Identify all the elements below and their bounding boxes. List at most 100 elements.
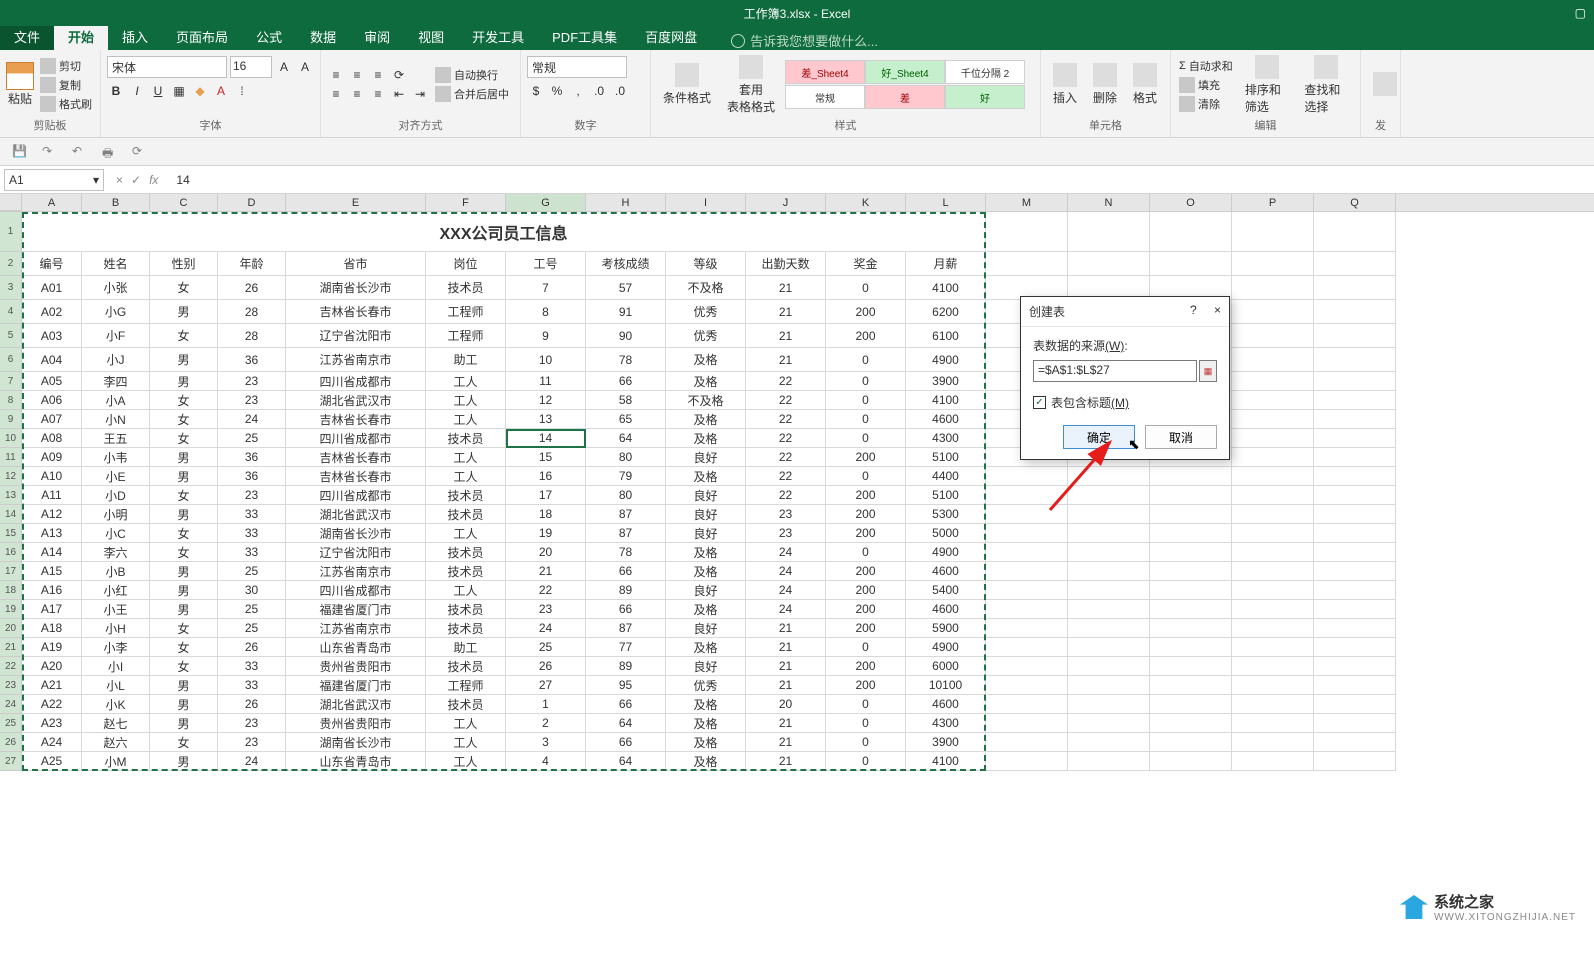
row-header[interactable]: 18 [0,581,22,600]
cell[interactable]: 工程师 [426,676,506,695]
cell[interactable] [1314,714,1396,733]
cell[interactable]: 28 [218,324,286,348]
font-color-button[interactable]: A [212,82,230,100]
cell[interactable]: 小K [82,695,150,714]
cell[interactable] [986,619,1068,638]
cell[interactable]: 0 [826,714,906,733]
cell[interactable]: 工人 [426,410,506,429]
cell[interactable]: 200 [826,657,906,676]
cell[interactable] [1314,429,1396,448]
cell[interactable]: 14 [506,429,586,448]
cell[interactable]: 200 [826,562,906,581]
cell[interactable]: 男 [150,562,218,581]
cell[interactable]: 0 [826,733,906,752]
cell[interactable]: 1 [506,695,586,714]
cell[interactable]: 及格 [666,733,746,752]
cell[interactable] [1150,752,1232,771]
cell[interactable]: 助工 [426,348,506,372]
column-header-J[interactable]: J [746,194,826,211]
cell[interactable] [986,543,1068,562]
cell[interactable]: 5100 [906,448,986,467]
cell[interactable]: 4400 [906,467,986,486]
cell[interactable]: 66 [586,372,666,391]
find-select-button[interactable]: 查找和选择 [1298,53,1354,117]
cell[interactable]: 22 [746,429,826,448]
cell[interactable]: 36 [218,467,286,486]
cell[interactable]: 3900 [906,372,986,391]
cancel-button[interactable]: 取消 [1145,425,1217,449]
cell[interactable] [1232,562,1314,581]
row-header[interactable]: 27 [0,752,22,771]
cell[interactable]: 吉林省长春市 [286,448,426,467]
align-left-button[interactable]: ≡ [327,85,345,103]
style-thousands[interactable]: 千位分隔 2 [945,60,1025,84]
cell[interactable]: 小明 [82,505,150,524]
cell[interactable]: 吉林省长春市 [286,410,426,429]
cell[interactable] [986,714,1068,733]
row-header[interactable]: 14 [0,505,22,524]
cell[interactable]: 及格 [666,695,746,714]
cell[interactable]: 21 [506,562,586,581]
cell[interactable]: 0 [826,276,906,300]
row-header[interactable]: 2 [0,252,22,276]
cell[interactable]: 工人 [426,733,506,752]
column-header-E[interactable]: E [286,194,426,211]
cell[interactable]: 姓名 [82,252,150,276]
cell[interactable] [1314,562,1396,581]
cell[interactable]: A11 [22,486,82,505]
cell[interactable]: 技术员 [426,657,506,676]
cell[interactable]: A16 [22,581,82,600]
cell[interactable] [1232,543,1314,562]
cell[interactable]: 36 [218,448,286,467]
cell[interactable]: 赵六 [82,733,150,752]
name-box[interactable]: A1▾ [4,169,104,191]
cell[interactable]: 4300 [906,429,986,448]
cell[interactable] [986,581,1068,600]
style-normal[interactable]: 常规 [785,85,865,109]
cell[interactable] [1314,252,1396,276]
row-header[interactable]: 11 [0,448,22,467]
cell[interactable]: 女 [150,638,218,657]
cell[interactable] [986,695,1068,714]
cell[interactable]: 87 [586,524,666,543]
cell[interactable]: 80 [586,486,666,505]
cell[interactable] [1232,448,1314,467]
cell[interactable]: 小L [82,676,150,695]
cell[interactable] [1068,600,1150,619]
cell[interactable]: A23 [22,714,82,733]
cell[interactable]: A12 [22,505,82,524]
cell[interactable]: A01 [22,276,82,300]
cell[interactable] [1314,391,1396,410]
row-header[interactable]: 25 [0,714,22,733]
cell[interactable]: A17 [22,600,82,619]
cell[interactable] [1150,212,1232,252]
cell[interactable]: 87 [586,505,666,524]
cell[interactable]: 小H [82,619,150,638]
cell[interactable]: 工人 [426,448,506,467]
select-all-corner[interactable] [0,194,22,211]
spreadsheet-grid[interactable]: ABCDEFGHIJKLMNOPQ 1XXX公司员工信息2编号姓名性别年龄省市岗… [0,194,1594,771]
cell[interactable]: 21 [746,714,826,733]
cell[interactable]: 工人 [426,372,506,391]
cell[interactable]: 及格 [666,752,746,771]
cell[interactable]: 技术员 [426,562,506,581]
cell[interactable]: 17 [506,486,586,505]
cell[interactable]: 24 [506,619,586,638]
cell[interactable]: 辽宁省沈阳市 [286,543,426,562]
tab-file[interactable]: 文件 [0,23,54,50]
has-headers-checkbox[interactable]: ✓ 表包含标题(M) [1033,394,1217,411]
cell[interactable]: 0 [826,372,906,391]
cell[interactable] [1232,676,1314,695]
indent-dec-button[interactable]: ⇤ [390,85,408,103]
align-bottom-button[interactable]: ≡ [369,66,387,84]
cell[interactable] [986,486,1068,505]
cell[interactable]: 33 [218,676,286,695]
decrease-font-button[interactable]: A [296,58,314,76]
cell[interactable]: 0 [826,348,906,372]
cell[interactable]: 26 [506,657,586,676]
cell[interactable]: A03 [22,324,82,348]
cell[interactable] [1232,524,1314,543]
format-cells-button[interactable]: 格式 [1127,61,1163,108]
cell[interactable]: A14 [22,543,82,562]
cell[interactable]: 21 [746,300,826,324]
